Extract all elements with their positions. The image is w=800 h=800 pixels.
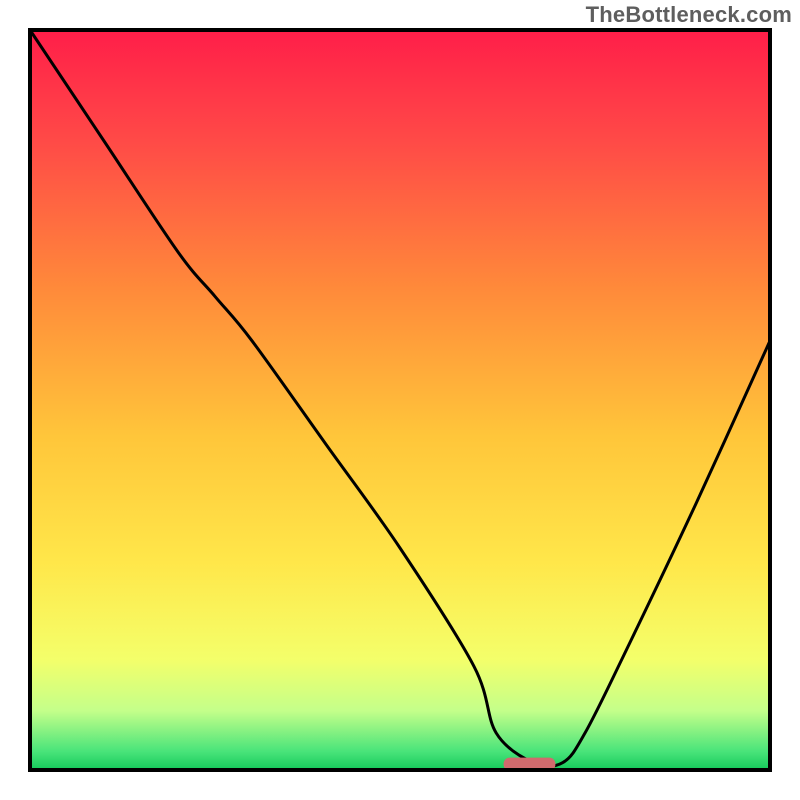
chart-container: TheBottleneck.com	[0, 0, 800, 800]
bottleneck-chart	[0, 0, 800, 800]
watermark-text: TheBottleneck.com	[586, 2, 792, 28]
plot-background	[30, 30, 770, 770]
